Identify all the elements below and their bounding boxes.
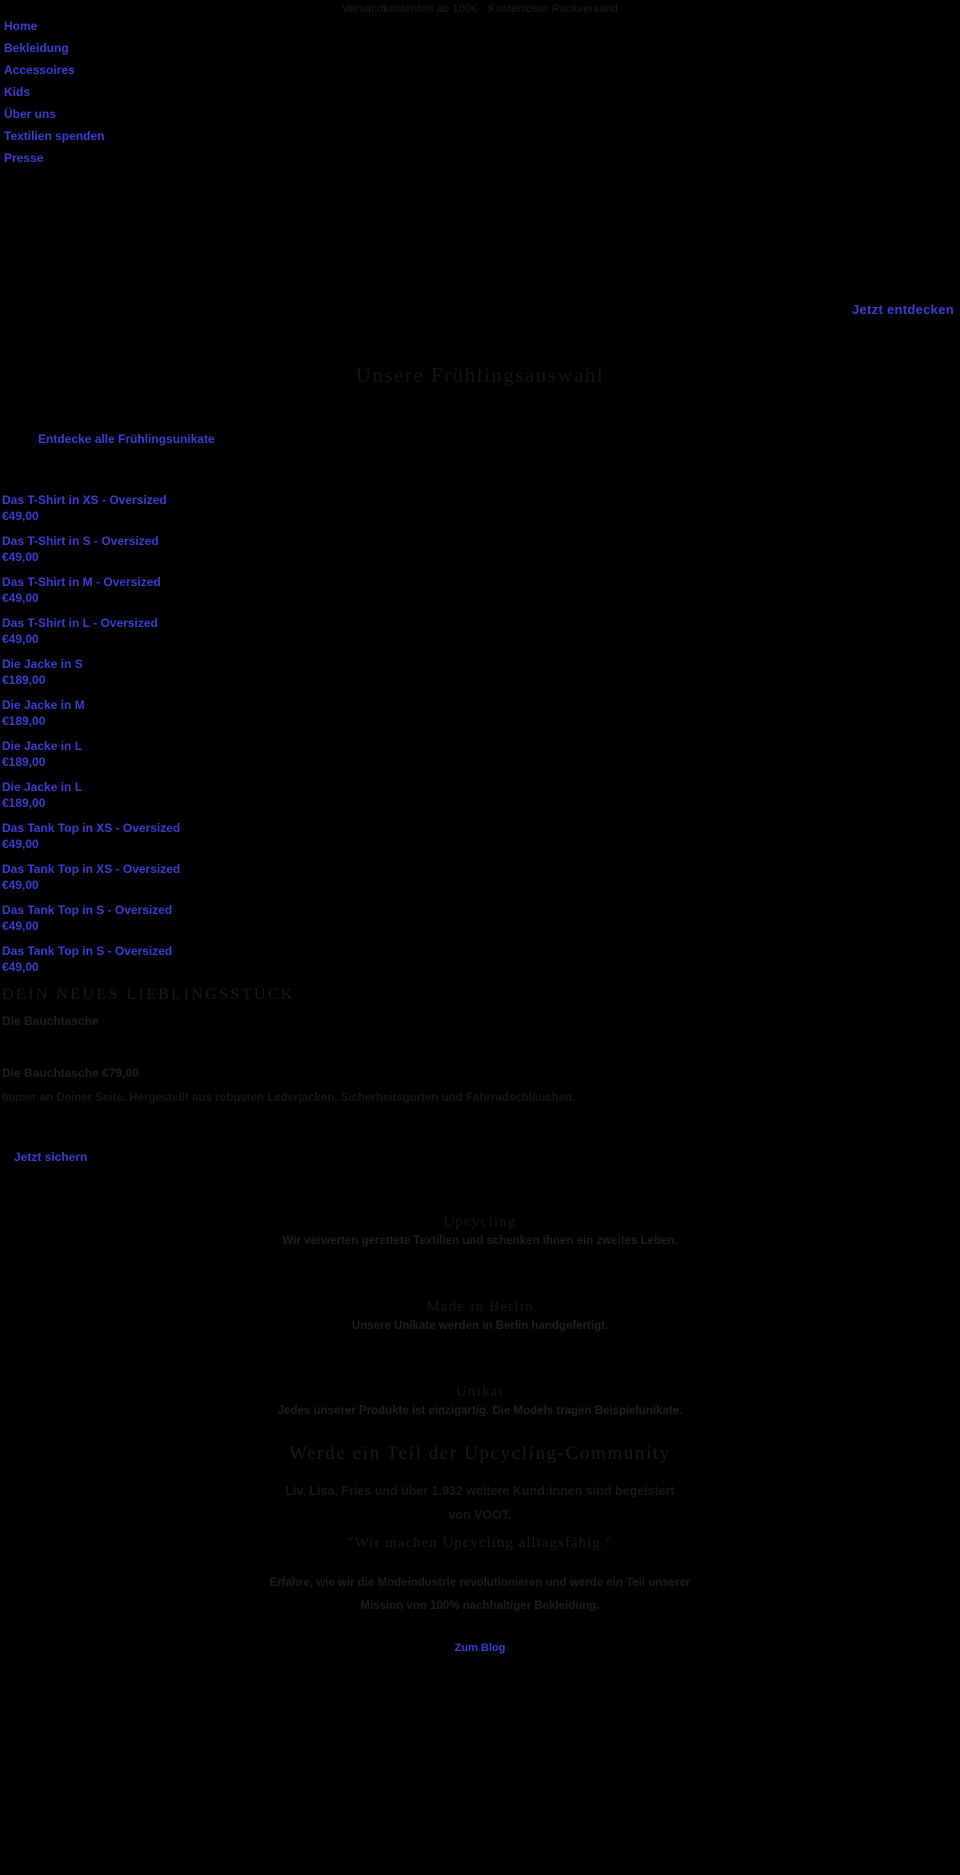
hero-cta-container: Jetzt entdecken bbox=[0, 301, 960, 319]
nav-link-textilien-spenden[interactable]: Textilien spenden bbox=[4, 125, 960, 147]
product-price-link[interactable]: €49,00 bbox=[2, 836, 960, 852]
hero-discover-link[interactable]: Jetzt entdecken bbox=[852, 302, 954, 317]
product-price-link[interactable]: €49,00 bbox=[2, 877, 960, 893]
product-price-link[interactable]: €189,00 bbox=[2, 672, 960, 688]
announcement-bar: Versandkostenfrei ab 100€ · Kostenloser … bbox=[0, 0, 960, 15]
nav-link-bekleidung[interactable]: Bekleidung bbox=[4, 37, 960, 59]
value-prop-upcycling: Upcycling Wir verwerten gerettete Textil… bbox=[0, 1214, 960, 1247]
value-prop-title: Unikat bbox=[455, 1384, 505, 1400]
product-list: Das T-Shirt in XS - Oversized €49,00 Das… bbox=[0, 492, 960, 975]
spacer-value-props bbox=[0, 1417, 960, 1443]
product-list-item[interactable]: Die Jacke in L €189,00 bbox=[2, 779, 960, 811]
community-subtitle-line1: Liv, Lisa, Fries und über 1.932 weitere … bbox=[285, 1484, 675, 1498]
spacer-community-mission bbox=[0, 1618, 960, 1638]
featured-product-price-line: Die Bauchtasche €79,00 bbox=[2, 1066, 139, 1080]
value-prop-title: Upcycling bbox=[443, 1214, 517, 1230]
spacer-hero-bottom bbox=[0, 319, 960, 363]
hero-banner bbox=[0, 169, 960, 301]
product-price-link[interactable]: €49,00 bbox=[2, 959, 960, 975]
community-mission-line2: Mission von 100% nachhaltiger Bekleidung… bbox=[360, 1600, 600, 1612]
nav-item-presse[interactable]: Presse bbox=[4, 147, 960, 169]
product-price-link[interactable]: €49,00 bbox=[2, 918, 960, 934]
nav-item-ueber-uns[interactable]: Über uns bbox=[4, 103, 960, 125]
value-prop-body: Jedes unserer Produkte ist einzigartig. … bbox=[277, 1405, 683, 1417]
product-name-link[interactable]: Die Jacke in L bbox=[2, 779, 960, 795]
value-prop-body: Unsere Unikate werden in Berlin handgefe… bbox=[351, 1320, 609, 1332]
nav-link-accessoires[interactable]: Accessoires bbox=[4, 59, 960, 81]
nav-item-kids[interactable]: Kids bbox=[4, 81, 960, 103]
spacer-value-prop-1 bbox=[0, 1247, 960, 1299]
value-prop-body: Wir verwerten gerettete Textilien und sc… bbox=[282, 1235, 678, 1247]
product-list-item[interactable]: Das T-Shirt in XS - Oversized €49,00 bbox=[2, 492, 960, 524]
spacer-spring-title bbox=[0, 388, 960, 430]
nav-item-textilien-spenden[interactable]: Textilien spenden bbox=[4, 125, 960, 147]
product-name-link[interactable]: Das Tank Top in S - Oversized bbox=[2, 943, 960, 959]
spacer-community-subtitle bbox=[0, 1527, 960, 1535]
product-list-item[interactable]: Die Jacke in S €189,00 bbox=[2, 656, 960, 688]
nav-item-bekleidung[interactable]: Bekleidung bbox=[4, 37, 960, 59]
nav-item-accessoires[interactable]: Accessoires bbox=[4, 59, 960, 81]
product-price-link[interactable]: €189,00 bbox=[2, 795, 960, 811]
product-list-item[interactable]: Die Jacke in L €189,00 bbox=[2, 738, 960, 770]
product-name-link[interactable]: Das Tank Top in S - Oversized bbox=[2, 902, 960, 918]
product-price-link[interactable]: €49,00 bbox=[2, 590, 960, 606]
product-name-link[interactable]: Die Jacke in S bbox=[2, 656, 960, 672]
spacer-feature-image bbox=[0, 1030, 960, 1064]
product-price-link[interactable]: €189,00 bbox=[2, 713, 960, 729]
product-price-link[interactable]: €49,00 bbox=[2, 631, 960, 647]
value-prop-title: Made in Berlin bbox=[426, 1299, 534, 1315]
spacer-feature-price bbox=[0, 1082, 960, 1090]
product-list-item[interactable]: Das T-Shirt in S - Oversized €49,00 bbox=[2, 533, 960, 565]
product-list-item[interactable]: Das Tank Top in S - Oversized €49,00 bbox=[2, 902, 960, 934]
featured-secure-button[interactable]: Jetzt sichern bbox=[14, 1150, 87, 1164]
featured-product-description: Immer an Deiner Seite. Hergestellt aus r… bbox=[2, 1092, 576, 1104]
spring-collection-title: Unsere Frühlingsauswahl bbox=[355, 363, 605, 387]
value-prop-unikat: Unikat Jedes unserer Produkte ist einzig… bbox=[0, 1384, 960, 1417]
community-blog-cta-container: Zum Blog bbox=[0, 1638, 960, 1656]
product-list-item[interactable]: Das T-Shirt in L - Oversized €49,00 bbox=[2, 615, 960, 647]
product-name-link[interactable]: Die Jacke in L bbox=[2, 738, 960, 754]
nav-link-ueber-uns[interactable]: Über uns bbox=[4, 103, 960, 125]
value-prop-made-in-berlin: Made in Berlin Unsere Unikate werden in … bbox=[0, 1299, 960, 1332]
spring-discover-all-container: Entdecke alle Frühlingsunikate bbox=[0, 430, 960, 448]
spacer-community-title bbox=[0, 1465, 960, 1479]
product-list-item[interactable]: Das Tank Top in XS - Oversized €49,00 bbox=[2, 820, 960, 852]
product-name-link[interactable]: Das T-Shirt in S - Oversized bbox=[2, 533, 960, 549]
announcement-text: Versandkostenfrei ab 100€ · Kostenloser … bbox=[341, 3, 619, 15]
community-title: Werde ein Teil der Upcycling-Community bbox=[289, 1443, 671, 1464]
community-mission-line1: Erfahre, wie wir die Modeindustrie revol… bbox=[269, 1577, 691, 1589]
featured-product-heading: DEIN NEUES LIEBLINGSSTÜCK bbox=[2, 986, 295, 1003]
featured-product-link[interactable]: Die Bauchtasche bbox=[0, 1012, 960, 1030]
nav-link-kids[interactable]: Kids bbox=[4, 81, 960, 103]
spacer-feature-heading bbox=[0, 1004, 960, 1012]
product-list-item[interactable]: Das Tank Top in XS - Oversized €49,00 bbox=[2, 861, 960, 893]
product-price-link[interactable]: €49,00 bbox=[2, 508, 960, 524]
community-quote: "Wir machen Upcycling alltagsfähig." bbox=[347, 1535, 613, 1551]
product-name-link[interactable]: Das T-Shirt in L - Oversized bbox=[2, 615, 960, 631]
product-list-item[interactable]: Das Tank Top in S - Oversized €49,00 bbox=[2, 943, 960, 975]
spacer-spring-link bbox=[0, 448, 960, 492]
product-name-link[interactable]: Das T-Shirt in M - Oversized bbox=[2, 574, 960, 590]
product-price-link[interactable]: €189,00 bbox=[2, 754, 960, 770]
product-price-link[interactable]: €49,00 bbox=[2, 549, 960, 565]
main-navigation: Home Bekleidung Accessoires Kids Über un… bbox=[0, 15, 960, 169]
nav-item-home[interactable]: Home bbox=[4, 15, 960, 37]
spacer-community-quote bbox=[0, 1552, 960, 1572]
spring-discover-all-link[interactable]: Entdecke alle Frühlingsunikate bbox=[38, 432, 215, 446]
nav-link-home[interactable]: Home bbox=[4, 15, 960, 37]
blog-link[interactable]: Zum Blog bbox=[455, 1642, 506, 1654]
product-name-link[interactable]: Das T-Shirt in XS - Oversized bbox=[2, 492, 960, 508]
spacer-feature-cta bbox=[0, 1166, 960, 1214]
featured-cta-container: Jetzt sichern bbox=[0, 1148, 960, 1166]
community-subtitle-line2: von VOOT. bbox=[448, 1508, 512, 1522]
product-list-item[interactable]: Das T-Shirt in M - Oversized €49,00 bbox=[2, 574, 960, 606]
nav-link-presse[interactable]: Presse bbox=[4, 147, 960, 169]
spacer-value-prop-2 bbox=[0, 1332, 960, 1384]
spacer-feature-description bbox=[0, 1106, 960, 1148]
product-name-link[interactable]: Das Tank Top in XS - Oversized bbox=[2, 861, 960, 877]
product-name-link[interactable]: Das Tank Top in XS - Oversized bbox=[2, 820, 960, 836]
product-name-link[interactable]: Die Jacke in M bbox=[2, 697, 960, 713]
product-list-item[interactable]: Die Jacke in M €189,00 bbox=[2, 697, 960, 729]
